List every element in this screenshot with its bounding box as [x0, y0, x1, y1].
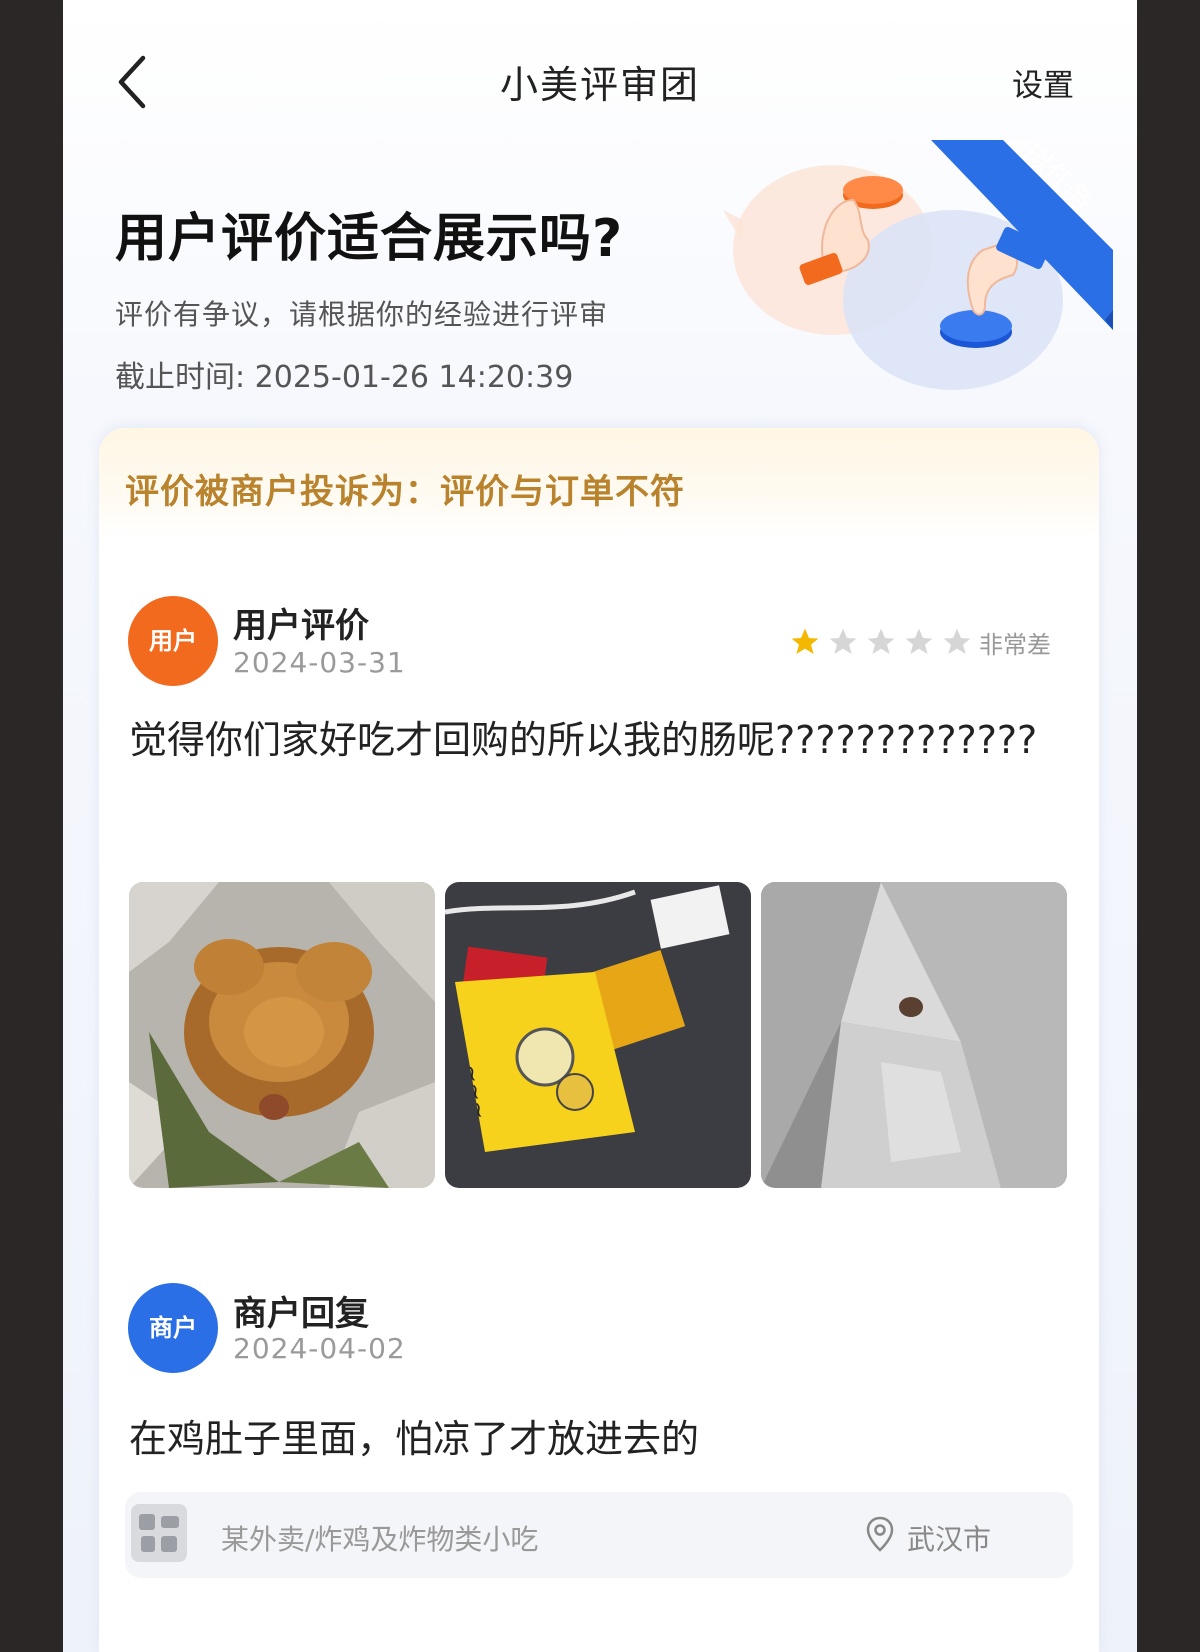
review-photo-chicken[interactable]	[129, 882, 435, 1188]
review-photos: ~~~	[129, 882, 1067, 1188]
merchant-avatar: 商户	[128, 1283, 218, 1373]
location-pin-icon	[866, 1516, 894, 1552]
merchant-reply-title: 商户回复	[233, 1294, 369, 1334]
complaint-banner: 评价被商户投诉为：评价与订单不符	[99, 428, 1099, 538]
store-info-bar[interactable]: 某外卖/炸鸡及炸物类小吃 武汉市	[125, 1492, 1073, 1578]
merchant-reply-date: 2024-04-02	[233, 1332, 406, 1365]
user-review-date: 2024-03-31	[233, 646, 406, 679]
star-empty-icon	[867, 628, 895, 654]
page-title: 小美评审团	[499, 63, 700, 107]
deadline: 截止时间: 2025-01-26 14:20:39	[115, 352, 573, 396]
hero-subtitle: 评价有争议，请根据你的经验进行评审	[115, 298, 609, 331]
roast-chicken-image	[129, 882, 435, 1188]
user-review-text: 觉得你们家好吃才回购的所以我的肠呢?????????????	[129, 718, 1038, 762]
review-photo-foil-bag[interactable]	[761, 882, 1067, 1188]
review-card: 评价被商户投诉为：评价与订单不符 用户 用户评价 2024-03-31 非常差 …	[99, 428, 1099, 1652]
rating-label: 非常差	[979, 630, 1051, 659]
store-name: 某外卖/炸鸡及炸物类小吃	[221, 1523, 539, 1556]
store-thumbnail-icon	[131, 1504, 187, 1562]
simulation-ribbon: 模拟任务	[923, 140, 1123, 340]
star-empty-icon	[829, 628, 857, 654]
star-rating: 非常差	[789, 624, 1051, 660]
nav-bar: 小美评审团 设置	[63, 40, 1137, 120]
ribbon-badge-icon: 模拟任务	[931, 140, 1113, 330]
merchant-reply-text: 在鸡肚子里面，怕凉了才放进去的	[129, 1417, 700, 1461]
settings-button[interactable]: 设置	[1012, 60, 1074, 105]
deadline-label: 截止时间:	[115, 360, 246, 395]
user-review-title: 用户评价	[233, 606, 369, 646]
complaint-text: 评价被商户投诉为：评价与订单不符	[125, 472, 685, 512]
hero-title: 用户评价适合展示吗?	[115, 209, 624, 269]
star-empty-icon	[943, 628, 971, 654]
store-location: 武汉市	[907, 1523, 992, 1556]
phone-screen: 小美评审团 设置 用户评价适合展示吗? 评价有争议，请根据你的经验进行评审 截止…	[63, 0, 1137, 1652]
empty-foil-bag-image	[761, 882, 1067, 1188]
deadline-value: 2025-01-26 14:20:39	[254, 360, 574, 395]
user-avatar: 用户	[128, 596, 218, 686]
star-empty-icon	[905, 628, 933, 654]
star-filled-icon	[791, 628, 819, 654]
sauce-packets-image: ~~~	[445, 882, 751, 1188]
review-photo-packets[interactable]: ~~~	[445, 882, 751, 1188]
